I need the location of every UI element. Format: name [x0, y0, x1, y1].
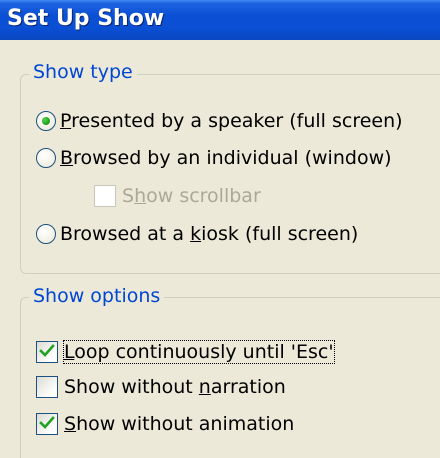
show-type-group-label: Show type	[29, 61, 137, 83]
checkbox-show-scrollbar[interactable]: Show scrollbar	[94, 185, 261, 207]
radio-presented-by-speaker[interactable]: Presented by a speaker (full screen)	[36, 110, 403, 132]
checkbox-checked-icon[interactable]	[36, 341, 58, 363]
checkbox-show-scrollbar-label: Show scrollbar	[122, 185, 261, 207]
radio-unselected-icon[interactable]	[36, 224, 56, 244]
check-mark-icon	[39, 416, 55, 429]
checkbox-show-without-narration-label: Show without narration	[64, 376, 286, 398]
radio-browsed-at-kiosk[interactable]: Browsed at a kiosk (full screen)	[36, 223, 358, 245]
checkbox-unchecked-icon[interactable]	[36, 376, 58, 398]
radio-unselected-icon[interactable]	[36, 148, 56, 168]
radio-browsed-by-individual[interactable]: Browsed by an individual (window)	[36, 147, 392, 169]
radio-browsed-at-kiosk-label: Browsed at a kiosk (full screen)	[60, 223, 359, 245]
checkbox-show-without-narration[interactable]: Show without narration	[36, 376, 286, 398]
checkbox-unchecked-icon[interactable]	[94, 185, 116, 207]
radio-presented-by-speaker-label: Presented by a speaker (full screen)	[60, 110, 403, 132]
checkbox-show-without-animation[interactable]: Show without animation	[36, 413, 294, 435]
checkbox-loop-continuously[interactable]: Loop continuously until 'Esc'	[36, 340, 335, 364]
radio-selected-icon[interactable]	[36, 111, 56, 131]
check-mark-icon	[39, 344, 55, 357]
checkbox-show-without-animation-label: Show without animation	[64, 413, 295, 435]
dialog-title: Set Up Show	[7, 6, 165, 31]
title-bar: Set Up Show	[0, 0, 440, 40]
radio-browsed-by-individual-label: Browsed by an individual (window)	[60, 147, 392, 169]
show-options-group-label: Show options	[29, 285, 165, 307]
checkbox-loop-continuously-label: Loop continuously until 'Esc'	[63, 340, 335, 364]
checkbox-checked-icon[interactable]	[36, 413, 58, 435]
